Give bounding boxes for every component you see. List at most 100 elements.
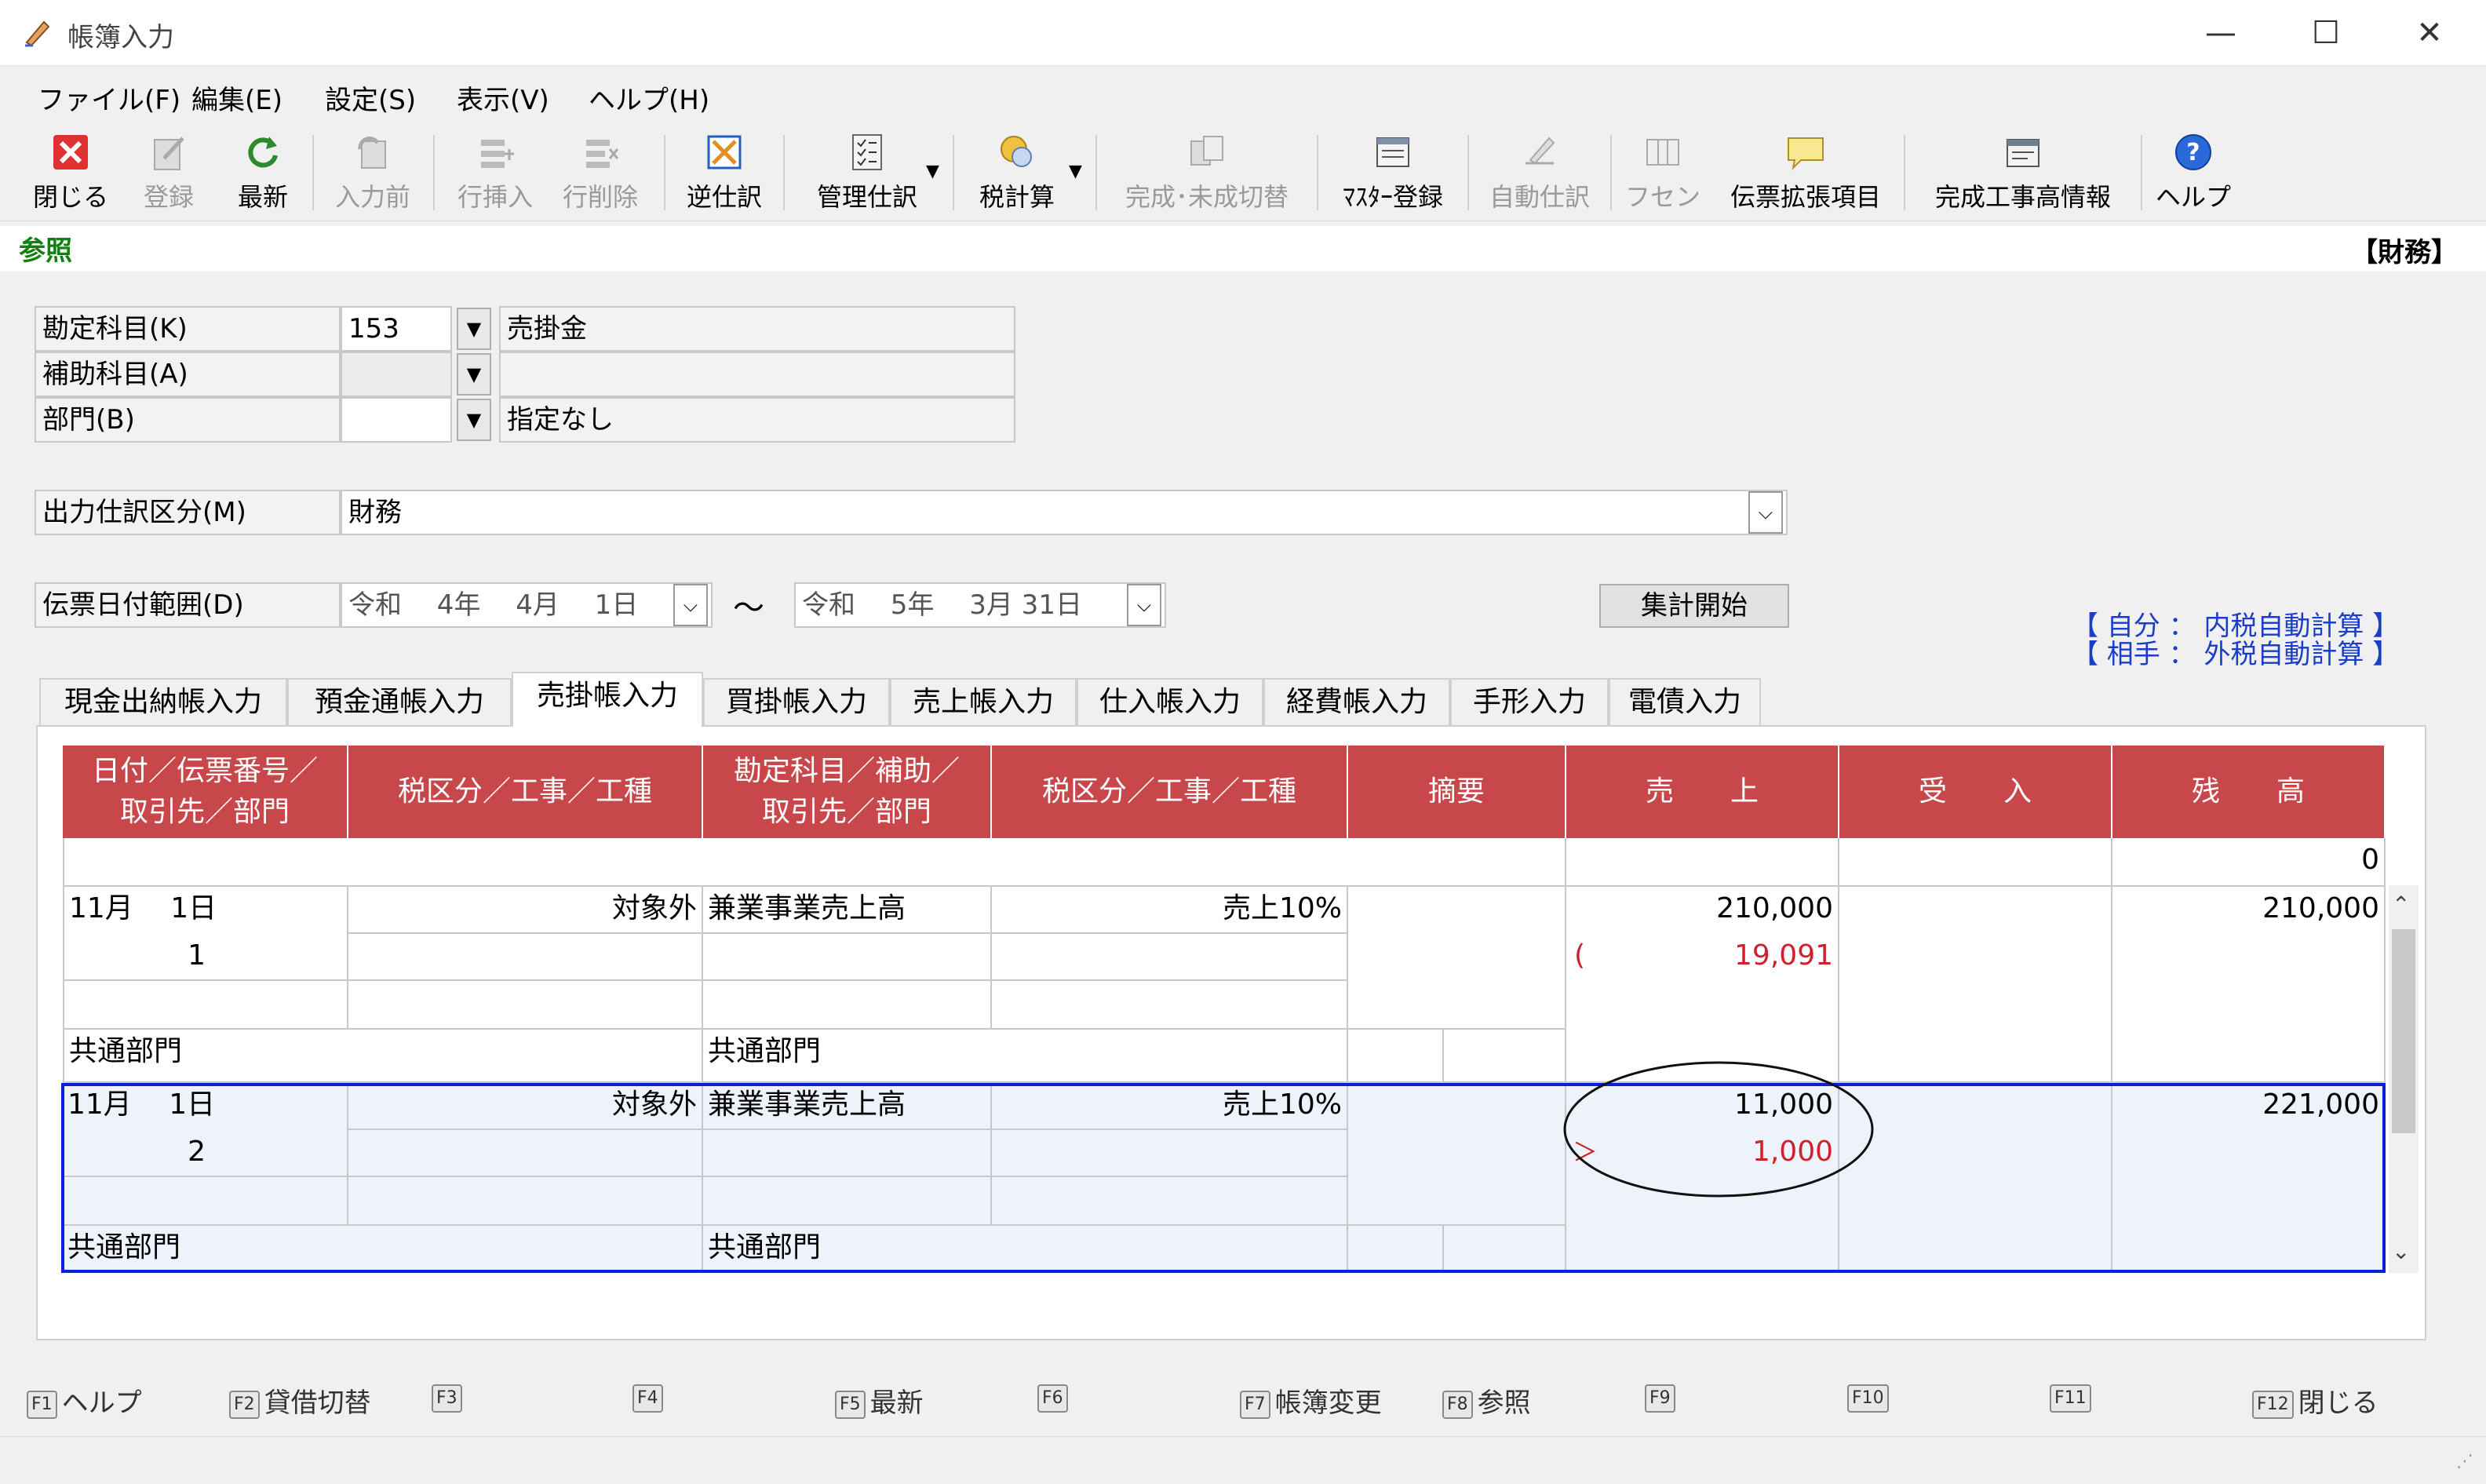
row1-sales[interactable]: 210,000 bbox=[1566, 887, 1839, 934]
opening-sales-cell bbox=[1566, 838, 1839, 887]
undo-tool-button[interactable]: 入力前 bbox=[322, 129, 424, 217]
fkey-f5[interactable]: F5 最新 bbox=[835, 1381, 924, 1420]
fkey-f8-label: 参照 bbox=[1477, 1387, 1531, 1419]
fkey-f11-key: F11 bbox=[2050, 1384, 2091, 1413]
minimize-button[interactable]: — bbox=[2197, 11, 2244, 55]
sub-account-dropdown-button[interactable]: ▼ bbox=[457, 353, 491, 396]
fkey-f4[interactable]: F4 bbox=[632, 1381, 668, 1413]
tax-note-partner: 【 相手 ： 外税自動計算 】 bbox=[2072, 639, 2400, 670]
management-entry-tool-button[interactable]: 管理仕訳 bbox=[793, 129, 942, 217]
scrollbar-thumb[interactable] bbox=[2392, 929, 2415, 1133]
construction-info-tool-button[interactable]: 完成工事高情報 bbox=[1913, 129, 2133, 217]
fkey-f3[interactable]: F3 bbox=[432, 1381, 467, 1413]
date-from-input[interactable]: 令和 4年 4月 1日 bbox=[341, 582, 713, 628]
insert-row-tool-button[interactable]: 行挿入 bbox=[444, 129, 546, 217]
fkey-f11[interactable]: F11 bbox=[2050, 1381, 2096, 1413]
management-entry-icon bbox=[852, 134, 882, 170]
tax-calc-dropdown-icon[interactable]: ▼ bbox=[1069, 162, 1082, 181]
row1-work1[interactable] bbox=[348, 934, 703, 981]
fkey-f5-label: 最新 bbox=[869, 1387, 924, 1419]
tab-sales[interactable]: 売上帳入力 bbox=[890, 678, 1077, 725]
auto-entry-tool-button[interactable]: 自動仕訳 bbox=[1477, 129, 1602, 217]
sticky-note-tool-button[interactable]: フセン bbox=[1620, 129, 1706, 217]
voucher-ext-tool-button[interactable]: 伝票拡張項目 bbox=[1715, 129, 1896, 217]
fkey-f8-key: F8 bbox=[1442, 1390, 1473, 1419]
row1-date[interactable]: 11月 1日 bbox=[63, 887, 348, 934]
row1-receipt[interactable] bbox=[1839, 887, 2112, 1083]
tab-e-receivable[interactable]: 電債入力 bbox=[1609, 678, 1761, 725]
row1-work2[interactable] bbox=[992, 934, 1348, 981]
tab-bill[interactable]: 手形入力 bbox=[1450, 678, 1609, 725]
scroll-down-icon[interactable]: ⌄ bbox=[2392, 1238, 2410, 1264]
fkey-f12[interactable]: F12 閉じる bbox=[2252, 1381, 2378, 1420]
row1-summary-extra[interactable] bbox=[1444, 1030, 1566, 1083]
account-dropdown-button[interactable]: ▼ bbox=[457, 308, 491, 350]
row1-department[interactable]: 共通部門 bbox=[63, 1030, 703, 1083]
insert-row-icon bbox=[481, 140, 514, 168]
menu-view[interactable]: 表示(V) bbox=[457, 78, 549, 117]
fkey-f1[interactable]: F1 ヘルプ bbox=[27, 1381, 142, 1420]
fkey-f9[interactable]: F9 bbox=[1645, 1381, 1680, 1413]
tab-expense[interactable]: 経費帳入力 bbox=[1263, 678, 1450, 725]
row1-department2[interactable]: 共通部門 bbox=[703, 1030, 1348, 1083]
management-entry-dropdown-icon[interactable]: ▼ bbox=[926, 162, 939, 181]
tax-calc-tool-button[interactable]: 税計算 bbox=[962, 129, 1072, 217]
tab-receivable[interactable]: 売掛帳入力 bbox=[512, 672, 703, 727]
undo-icon bbox=[358, 137, 386, 169]
tab-payable[interactable]: 買掛帳入力 bbox=[703, 678, 890, 725]
help-tool-button[interactable]: ? ヘルプ bbox=[2150, 129, 2236, 217]
date-to-chevron-icon[interactable]: ⌵ bbox=[1127, 584, 1161, 626]
close-window-button[interactable]: ✕ bbox=[2406, 11, 2453, 55]
account-code-input[interactable]: 153 bbox=[341, 306, 452, 352]
date-to-input[interactable]: 令和 5年 3月 31日 bbox=[794, 582, 1166, 628]
row1-slip-number[interactable]: 1 bbox=[63, 934, 348, 981]
delete-row-tool-button[interactable]: 行削除 bbox=[549, 129, 651, 217]
reference-label[interactable]: 参照 bbox=[19, 229, 72, 268]
row1-account[interactable]: 兼業事業売上高 bbox=[703, 887, 992, 934]
row1-sub-account[interactable] bbox=[703, 934, 992, 981]
row1-summary[interactable] bbox=[1348, 887, 1566, 1030]
tab-purchase[interactable]: 仕入帳入力 bbox=[1077, 678, 1263, 725]
fkey-f7-key: F7 bbox=[1240, 1390, 1270, 1419]
tab-cash[interactable]: 現金出納帳入力 bbox=[39, 678, 287, 725]
fkey-f2[interactable]: F2 貸借切替 bbox=[229, 1381, 371, 1420]
output-type-select[interactable]: 財務 bbox=[341, 490, 1788, 535]
menu-file[interactable]: ファイル(F) bbox=[38, 78, 180, 117]
menu-edit[interactable]: 編集(E) bbox=[191, 78, 282, 117]
menu-help[interactable]: ヘルプ(H) bbox=[589, 78, 709, 117]
fkey-f8[interactable]: F8 参照 bbox=[1442, 1381, 1531, 1420]
reverse-entry-tool-button[interactable]: 逆仕訳 bbox=[673, 129, 775, 217]
row1-partner2[interactable] bbox=[703, 981, 992, 1030]
undo-tool-label: 入力前 bbox=[334, 182, 410, 212]
row1-tax-amount[interactable]: 19,091 bbox=[1566, 934, 1839, 981]
close-tool-button[interactable]: 閉じる bbox=[24, 129, 118, 217]
completion-switch-tool-button[interactable]: 完成･未成切替 bbox=[1105, 129, 1309, 217]
row1-summary-code[interactable] bbox=[1348, 1030, 1444, 1083]
toolbar-separator bbox=[783, 135, 785, 210]
maximize-button[interactable]: ☐ bbox=[2302, 11, 2349, 55]
start-aggregate-button[interactable]: 集計開始 bbox=[1599, 584, 1789, 628]
row1-tax1[interactable]: 対象外 bbox=[348, 887, 703, 934]
row1-worktype1[interactable] bbox=[348, 981, 703, 1030]
row1-partner[interactable] bbox=[63, 981, 348, 1030]
department-code-input[interactable] bbox=[341, 397, 452, 443]
row1-tax2[interactable]: 売上10% bbox=[992, 887, 1348, 934]
fkey-f7[interactable]: F7 帳簿変更 bbox=[1240, 1381, 1382, 1420]
register-tool-button[interactable]: 登録 bbox=[126, 129, 212, 217]
menu-settings[interactable]: 設定(S) bbox=[325, 78, 416, 117]
resize-grip-icon[interactable]: ⋰ bbox=[2456, 1452, 2473, 1471]
fkey-f6[interactable]: F6 bbox=[1037, 1381, 1073, 1413]
sticky-note-tool-label: フセン bbox=[1624, 182, 1700, 212]
tab-bank[interactable]: 預金通帳入力 bbox=[287, 678, 512, 725]
refresh-tool-button[interactable]: 最新 bbox=[220, 129, 306, 217]
department-dropdown-button[interactable]: ▼ bbox=[457, 399, 491, 441]
toolbar-separator bbox=[1095, 135, 1097, 210]
master-register-tool-button[interactable]: ﾏｽﾀｰ登録 bbox=[1326, 129, 1460, 217]
fkey-f10[interactable]: F10 bbox=[1847, 1381, 1894, 1413]
header-receipt: 受 入 bbox=[1839, 746, 2112, 838]
row1-worktype2[interactable] bbox=[992, 981, 1348, 1030]
scroll-up-icon[interactable]: ⌃ bbox=[2392, 891, 2410, 917]
sub-account-code-input[interactable] bbox=[341, 352, 452, 397]
output-type-chevron-icon[interactable]: ⌵ bbox=[1748, 491, 1783, 534]
date-from-chevron-icon[interactable]: ⌵ bbox=[673, 584, 708, 626]
